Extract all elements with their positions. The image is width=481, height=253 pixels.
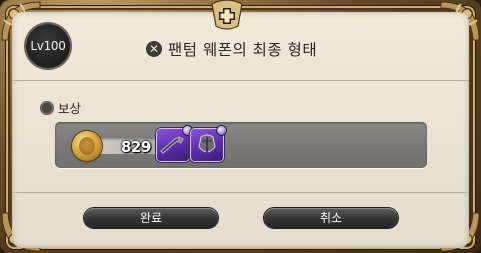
gem-indicator (217, 126, 226, 135)
confirm-button[interactable]: 완료 (84, 208, 218, 228)
gil-amount: 829 (121, 138, 151, 156)
cancel-button[interactable]: 취소 (264, 208, 398, 228)
level-badge: Lv100 (26, 24, 70, 68)
reward-label: 보상 (58, 101, 82, 116)
top-crest-icon (211, 0, 243, 30)
gil-coin-icon[interactable] (72, 131, 102, 161)
reward-box: 829 (55, 122, 427, 168)
title-divider (12, 80, 469, 81)
reward-item-armor[interactable] (191, 126, 226, 161)
footer-divider (12, 192, 469, 193)
reward-item-weapon[interactable] (157, 126, 192, 161)
dialog-title-row: ✕ 팬텀 웨폰의 최종 형태 (146, 38, 317, 60)
dialog-title: 팬텀 웨폰의 최종 형태 (168, 41, 318, 59)
reward-icon (40, 100, 54, 115)
reward-header: 보상 (40, 98, 81, 117)
gil-coin-face (79, 137, 95, 155)
close-circle-icon: ✕ (146, 41, 162, 57)
